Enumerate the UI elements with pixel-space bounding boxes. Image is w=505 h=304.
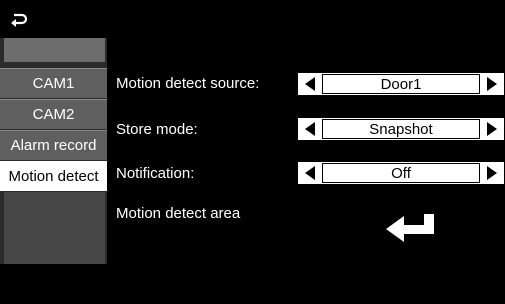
- back-icon[interactable]: [4, 6, 32, 34]
- notification-selector: Off: [298, 162, 504, 184]
- motion-area-label: Motion detect area: [116, 205, 241, 222]
- triangle-right-icon[interactable]: [482, 164, 500, 182]
- sidebar-item-label: CAM1: [32, 75, 75, 92]
- sidebar-item-cam1[interactable]: CAM1: [0, 68, 107, 98]
- store-mode-value: Snapshot: [369, 120, 433, 138]
- sidebar-header-tab: [4, 38, 105, 62]
- sidebar-item-alarm-record[interactable]: Alarm record: [0, 130, 107, 160]
- source-value: Door1: [380, 75, 422, 93]
- sidebar-empty-slot: [4, 192, 105, 264]
- triangle-left-icon[interactable]: [302, 75, 320, 93]
- source-label: Motion detect source:: [116, 75, 260, 92]
- notification-label: Notification:: [116, 165, 195, 182]
- triangle-left-icon[interactable]: [302, 120, 320, 138]
- enter-return-icon[interactable]: [384, 210, 438, 242]
- store-mode-label: Store mode:: [116, 121, 198, 138]
- triangle-right-icon[interactable]: [482, 75, 500, 93]
- triangle-right-icon[interactable]: [482, 120, 500, 138]
- source-selector: Door1: [298, 73, 504, 95]
- sidebar-item-cam2[interactable]: CAM2: [0, 99, 107, 129]
- sidebar-item-label: Alarm record: [10, 137, 97, 154]
- notification-value: Off: [391, 164, 411, 182]
- sidebar: CAM1 CAM2 Alarm record Motion detect: [0, 38, 107, 264]
- triangle-left-icon[interactable]: [302, 164, 320, 182]
- store-mode-selector: Snapshot: [298, 118, 504, 140]
- sidebar-item-label: CAM2: [32, 106, 75, 123]
- sidebar-item-motion-detect[interactable]: Motion detect: [0, 161, 107, 191]
- sidebar-item-label: Motion detect: [8, 167, 99, 185]
